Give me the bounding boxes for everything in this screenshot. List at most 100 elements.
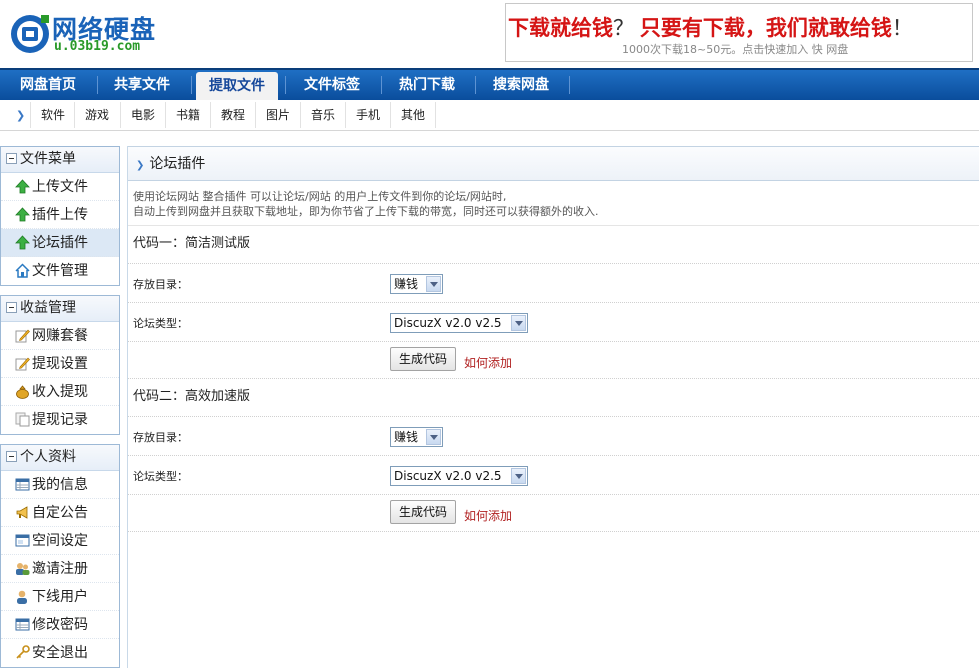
sidebar-item-label: 下线用户: [32, 589, 88, 605]
sidebar-group-header[interactable]: 文件菜单: [1, 147, 119, 173]
nav-home[interactable]: 网盘首页: [6, 70, 90, 100]
category-other[interactable]: 其他: [401, 100, 425, 130]
sidebar-item-file-manage[interactable]: 文件管理: [1, 257, 119, 285]
chevron-down-icon[interactable]: [511, 468, 526, 484]
sidebar-item-withdraw-records[interactable]: 提现记录: [1, 406, 119, 434]
collapse-icon[interactable]: [6, 153, 17, 164]
nav-separator: [97, 76, 98, 94]
category-books[interactable]: 书籍: [176, 100, 200, 130]
form-row: 论坛类型： DiscuzX v2.0 v2.5: [128, 456, 979, 495]
green-up-arrow-icon: [15, 235, 30, 250]
category-separator: [345, 102, 346, 128]
main-content: ❯ 论坛插件 使用论坛网站 整合插件 可以让论坛/网站 的用户上传文件到你的论坛/…: [127, 146, 979, 668]
form-row: 生成代码 如何添加: [128, 495, 979, 532]
sidebar-group-title: 个人资料: [20, 449, 76, 465]
generate-code-button[interactable]: 生成代码: [390, 347, 456, 371]
directory-select[interactable]: 赚钱: [390, 427, 443, 447]
form-row: 论坛类型： DiscuzX v2.0 v2.5: [128, 303, 979, 342]
sidebar-item-label: 论坛插件: [32, 235, 88, 251]
category-pictures[interactable]: 图片: [266, 100, 290, 130]
user-icon: [17, 590, 27, 604]
ad-headline-part1: 下载就给钱: [508, 17, 613, 40]
description-line: 使用论坛网站 整合插件 可以让论坛/网站 的用户上传文件到你的论坛/网站时,: [133, 190, 507, 203]
money-bag-icon: [16, 385, 29, 399]
select-value: DiscuzX v2.0 v2.5: [394, 469, 502, 483]
category-music[interactable]: 音乐: [311, 100, 335, 130]
sidebar-item-withdraw-settings[interactable]: 提现设置: [1, 350, 119, 378]
nav-extract-files[interactable]: 提取文件: [196, 72, 278, 102]
logo-url: u.03b19.com: [54, 39, 141, 54]
chevron-down-icon[interactable]: [511, 315, 526, 331]
chevron-down-icon[interactable]: [426, 276, 441, 292]
site-logo[interactable]: 网络硬盘 u.03b19.com: [8, 8, 158, 58]
sidebar-group-title: 收益管理: [20, 300, 76, 316]
collapse-icon[interactable]: [6, 302, 17, 313]
pencil-icon: [15, 357, 30, 371]
ad-headline-part2: 只要有下载，我们就敢给钱: [634, 17, 892, 40]
category-separator: [255, 102, 256, 128]
sidebar-item-space-settings[interactable]: 空间设定: [1, 527, 119, 555]
nav-separator: [475, 76, 476, 94]
how-to-add-link[interactable]: 如何添加: [464, 507, 512, 524]
sidebar-item-plugin-upload[interactable]: 插件上传: [1, 201, 119, 229]
sidebar-item-change-password[interactable]: 修改密码: [1, 611, 119, 639]
nav-hot-downloads[interactable]: 热门下载: [385, 70, 469, 100]
panel-header: ❯ 论坛插件: [128, 146, 979, 181]
users-icon: [16, 563, 30, 575]
sidebar-item-label: 上传文件: [32, 179, 88, 195]
nav-separator: [285, 76, 286, 94]
how-to-add-link[interactable]: 如何添加: [464, 354, 512, 371]
sidebar-group-header[interactable]: 个人资料: [1, 445, 119, 471]
chevron-right-icon: ❯: [136, 160, 145, 171]
nav-shared-files[interactable]: 共享文件: [100, 70, 184, 100]
sidebar-item-label: 我的信息: [32, 477, 88, 493]
category-separator: [390, 102, 391, 128]
sidebar-item-label: 网赚套餐: [32, 328, 88, 344]
category-separator: [435, 102, 436, 128]
sidebar-item-invite-register[interactable]: 邀请注册: [1, 555, 119, 583]
sidebar-item-upload-file[interactable]: 上传文件: [1, 173, 119, 201]
sidebar-item-label: 修改密码: [32, 617, 88, 633]
green-up-arrow-icon: [15, 179, 30, 194]
sidebar-item-label: 文件管理: [32, 263, 88, 279]
sidebar-item-custom-notice[interactable]: 自定公告: [1, 499, 119, 527]
plugin-description: 使用论坛网站 整合插件 可以让论坛/网站 的用户上传文件到你的论坛/网站时, 自…: [128, 181, 979, 226]
category-games[interactable]: 游戏: [85, 100, 109, 130]
table-icon: [15, 618, 30, 631]
category-separator: [300, 102, 301, 128]
form-row: 生成代码 如何添加: [128, 342, 979, 379]
nav-separator: [569, 76, 570, 94]
directory-select[interactable]: 赚钱: [390, 274, 443, 294]
category-software[interactable]: 软件: [41, 100, 65, 130]
select-value: 赚钱: [394, 430, 419, 444]
sidebar-item-label: 安全退出: [32, 645, 88, 661]
sidebar-item-logout[interactable]: 安全退出: [1, 639, 119, 667]
sidebar-item-label: 提现记录: [32, 412, 88, 428]
ad-question-mark: ？: [613, 17, 634, 40]
sidebar-item-income-withdraw[interactable]: 收入提现: [1, 378, 119, 406]
key-icon: [16, 645, 30, 659]
forum-type-select[interactable]: DiscuzX v2.0 v2.5: [390, 466, 528, 486]
documents-icon: [15, 412, 30, 427]
sidebar-item-my-info[interactable]: 我的信息: [1, 471, 119, 499]
sidebar-item-downline-users[interactable]: 下线用户: [1, 583, 119, 611]
nav-search-disk[interactable]: 搜索网盘: [479, 70, 563, 100]
generate-code-button[interactable]: 生成代码: [390, 500, 456, 524]
sidebar-item-forum-plugin[interactable]: 论坛插件: [1, 229, 119, 257]
sidebar-item-label: 收入提现: [32, 384, 88, 400]
sidebar-item-label: 插件上传: [32, 207, 88, 223]
forum-type-select[interactable]: DiscuzX v2.0 v2.5: [390, 313, 528, 333]
logo-mark-icon: [11, 15, 49, 53]
category-separator: [30, 102, 31, 128]
sidebar-group-header[interactable]: 收益管理: [1, 296, 119, 322]
category-separator: [165, 102, 166, 128]
ad-banner[interactable]: 下载就给钱？ 只要有下载，我们就敢给钱！ 1000次下载18~50元。点击快速加…: [505, 3, 973, 62]
chevron-down-icon[interactable]: [426, 429, 441, 445]
sidebar-item-earn-plan[interactable]: 网赚套餐: [1, 322, 119, 350]
category-movies[interactable]: 电影: [131, 100, 155, 130]
nav-file-tags[interactable]: 文件标签: [290, 70, 374, 100]
category-mobile[interactable]: 手机: [356, 100, 380, 130]
category-tutorials[interactable]: 教程: [221, 100, 245, 130]
category-separator: [120, 102, 121, 128]
collapse-icon[interactable]: [6, 451, 17, 462]
